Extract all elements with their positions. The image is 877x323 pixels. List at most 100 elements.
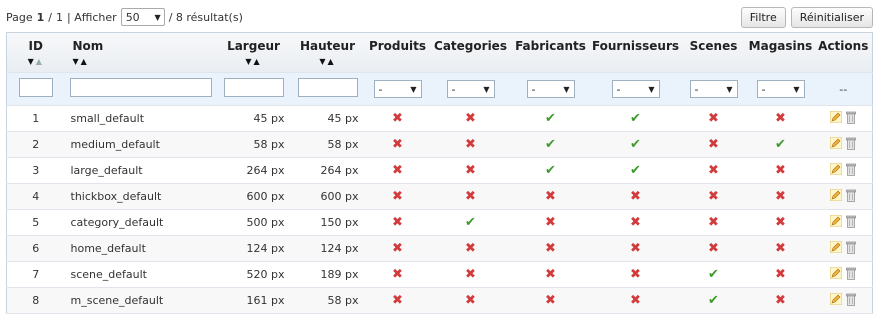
sort-controls[interactable]: ▼▲ xyxy=(291,57,365,66)
cross-icon[interactable]: ✖ xyxy=(392,190,403,203)
cell-actions xyxy=(814,235,873,262)
check-icon[interactable]: ✔ xyxy=(545,112,556,125)
filter-categories-select[interactable]: - ▼ xyxy=(446,80,495,98)
table-row[interactable]: 7 scene_default 520 px 189 px ✖ ✖ ✖ ✖ ✔ ✖ xyxy=(6,261,873,288)
pencil-icon[interactable] xyxy=(830,215,843,228)
cross-icon[interactable]: ✖ xyxy=(465,138,476,151)
sort-asc-icon[interactable]: ▲ xyxy=(254,57,262,66)
cross-icon[interactable]: ✖ xyxy=(545,216,556,229)
cross-icon[interactable]: ✖ xyxy=(775,294,786,307)
cross-icon[interactable]: ✖ xyxy=(708,216,719,229)
pencil-icon[interactable] xyxy=(830,267,843,280)
table-row[interactable]: 2 medium_default 58 px 58 px ✖ ✖ ✔ ✔ ✖ ✔ xyxy=(6,131,873,158)
trash-icon[interactable] xyxy=(846,293,857,306)
cross-icon[interactable]: ✖ xyxy=(465,268,476,281)
cross-icon[interactable]: ✖ xyxy=(392,294,403,307)
sort-asc-icon[interactable]: ▲ xyxy=(328,57,336,66)
table-row[interactable]: 5 category_default 500 px 150 px ✖ ✔ ✖ ✖ ✖ ✖ xyxy=(6,209,873,236)
cross-icon[interactable]: ✖ xyxy=(630,294,641,307)
pencil-icon[interactable] xyxy=(830,163,843,176)
table-row[interactable]: 8 m_scene_default 161 px 58 px ✖ ✖ ✖ ✖ ✔ ✖ xyxy=(6,287,873,314)
filter-button[interactable]: Filtre xyxy=(740,6,786,28)
reset-button[interactable]: Réinitialiser xyxy=(790,6,873,28)
table-row[interactable]: 6 home_default 124 px 124 px ✖ ✖ ✖ ✖ ✖ ✖ xyxy=(6,235,873,262)
filter-id-input[interactable] xyxy=(18,78,53,97)
filter-manufacturers-select[interactable]: - ▼ xyxy=(526,80,575,98)
cross-icon[interactable]: ✖ xyxy=(392,242,403,255)
check-icon[interactable]: ✔ xyxy=(545,138,556,151)
sort-controls[interactable]: ▼▲ xyxy=(7,57,65,66)
per-page-select[interactable]: 50 ▼ xyxy=(120,8,165,26)
trash-icon[interactable] xyxy=(846,189,857,202)
filter-height-input[interactable] xyxy=(297,78,358,97)
cross-icon[interactable]: ✖ xyxy=(392,138,403,151)
cross-icon[interactable]: ✖ xyxy=(708,138,719,151)
check-icon[interactable]: ✔ xyxy=(545,164,556,177)
sort-asc-icon[interactable]: ▲ xyxy=(36,57,44,66)
filter-suppliers-select[interactable]: - ▼ xyxy=(611,80,660,98)
cell-scenes: ✔ xyxy=(680,261,747,288)
filter-name-input[interactable] xyxy=(69,78,212,97)
cross-icon[interactable]: ✖ xyxy=(630,216,641,229)
cross-icon[interactable]: ✖ xyxy=(392,216,403,229)
cross-icon[interactable]: ✖ xyxy=(465,294,476,307)
cross-icon[interactable]: ✖ xyxy=(708,164,719,177)
table-row[interactable]: 1 small_default 45 px 45 px ✖ ✖ ✔ ✔ ✖ ✖ xyxy=(6,105,873,132)
pencil-icon[interactable] xyxy=(830,241,843,254)
trash-icon[interactable] xyxy=(846,241,857,254)
cross-icon[interactable]: ✖ xyxy=(708,112,719,125)
pencil-icon[interactable] xyxy=(830,111,843,124)
cross-icon[interactable]: ✖ xyxy=(465,242,476,255)
filter-width-input[interactable] xyxy=(223,78,284,97)
check-icon[interactable]: ✔ xyxy=(630,164,641,177)
trash-icon[interactable] xyxy=(846,267,857,280)
check-icon[interactable]: ✔ xyxy=(630,112,641,125)
sort-asc-icon[interactable]: ▲ xyxy=(81,57,89,66)
cross-icon[interactable]: ✖ xyxy=(545,242,556,255)
check-icon[interactable]: ✔ xyxy=(708,294,719,307)
cross-icon[interactable]: ✖ xyxy=(545,190,556,203)
cross-icon[interactable]: ✖ xyxy=(630,242,641,255)
sort-controls[interactable]: ▼▲ xyxy=(217,57,291,66)
check-icon[interactable]: ✔ xyxy=(708,268,719,281)
trash-icon[interactable] xyxy=(846,137,857,150)
pencil-icon[interactable] xyxy=(830,293,843,306)
cross-icon[interactable]: ✖ xyxy=(775,190,786,203)
cross-icon[interactable]: ✖ xyxy=(775,268,786,281)
sort-desc-icon[interactable]: ▼ xyxy=(28,57,36,66)
cross-icon[interactable]: ✖ xyxy=(775,216,786,229)
table-row[interactable]: 3 large_default 264 px 264 px ✖ ✖ ✔ ✔ ✖ ✖ xyxy=(6,157,873,184)
table-row[interactable]: 4 thickbox_default 600 px 600 px ✖ ✖ ✖ ✖ ✖ ✖ xyxy=(6,183,873,210)
cross-icon[interactable]: ✖ xyxy=(630,268,641,281)
cross-icon[interactable]: ✖ xyxy=(545,268,556,281)
filter-scenes-select[interactable]: - ▼ xyxy=(689,80,738,98)
cross-icon[interactable]: ✖ xyxy=(465,164,476,177)
trash-icon[interactable] xyxy=(846,111,857,124)
cross-icon[interactable]: ✖ xyxy=(465,190,476,203)
sort-desc-icon[interactable]: ▼ xyxy=(245,57,253,66)
cross-icon[interactable]: ✖ xyxy=(392,164,403,177)
cross-icon[interactable]: ✖ xyxy=(392,112,403,125)
trash-icon[interactable] xyxy=(846,215,857,228)
cross-icon[interactable]: ✖ xyxy=(708,242,719,255)
cell-scenes: ✖ xyxy=(680,183,747,210)
trash-icon[interactable] xyxy=(846,163,857,176)
pencil-icon[interactable] xyxy=(830,189,843,202)
cross-icon[interactable]: ✖ xyxy=(545,294,556,307)
pencil-icon[interactable] xyxy=(830,137,843,150)
filter-stores-select[interactable]: - ▼ xyxy=(756,80,805,98)
cross-icon[interactable]: ✖ xyxy=(775,164,786,177)
cross-icon[interactable]: ✖ xyxy=(775,112,786,125)
cross-icon[interactable]: ✖ xyxy=(465,112,476,125)
sort-desc-icon[interactable]: ▼ xyxy=(73,57,81,66)
filter-products-select[interactable]: - ▼ xyxy=(373,80,422,98)
cross-icon[interactable]: ✖ xyxy=(775,242,786,255)
check-icon[interactable]: ✔ xyxy=(630,138,641,151)
cross-icon[interactable]: ✖ xyxy=(708,190,719,203)
sort-desc-icon[interactable]: ▼ xyxy=(319,57,327,66)
check-icon[interactable]: ✔ xyxy=(775,138,786,151)
sort-controls[interactable]: ▼▲ xyxy=(73,57,217,66)
cross-icon[interactable]: ✖ xyxy=(630,190,641,203)
check-icon[interactable]: ✔ xyxy=(465,216,476,229)
cross-icon[interactable]: ✖ xyxy=(392,268,403,281)
